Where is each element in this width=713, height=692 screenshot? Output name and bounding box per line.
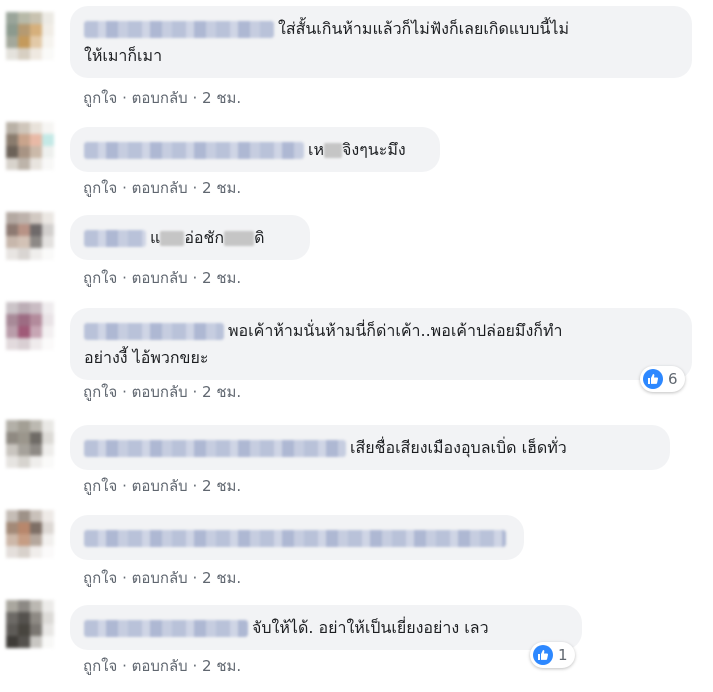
comment-actions: ถูกใจ · ตอบกลับ · 2 ชม. bbox=[83, 266, 241, 290]
timestamp[interactable]: 2 ชม. bbox=[202, 569, 241, 587]
comment-text-prefix: เห bbox=[308, 140, 325, 159]
comment-bubble: พอเค้าห้ามนั่นห้ามนี่ก็ด่าเค้า..พอเค้าปล… bbox=[70, 308, 692, 380]
comment-bubble bbox=[70, 515, 524, 560]
separator: · bbox=[122, 383, 127, 401]
comment-bubble: แ อ่อชัก ดิ bbox=[70, 215, 310, 260]
avatar[interactable] bbox=[6, 510, 54, 558]
separator: · bbox=[122, 477, 127, 495]
reply-link[interactable]: ตอบกลับ bbox=[132, 269, 188, 287]
reply-link[interactable]: ตอบกลับ bbox=[132, 657, 188, 675]
separator: · bbox=[122, 179, 127, 197]
avatar[interactable] bbox=[6, 600, 54, 648]
comment-text-line2: ให้เมาก็เมา bbox=[84, 46, 163, 65]
like-link[interactable]: ถูกใจ bbox=[83, 657, 117, 675]
comment-text: ใส่สั้นเกินห้ามแล้วก็ไม่ฟังก็เลยเกิดแบบน… bbox=[278, 19, 570, 38]
separator: · bbox=[192, 477, 198, 495]
censored-text bbox=[224, 231, 255, 246]
comment-actions: ถูกใจ · ตอบกลับ · 2 ชม. bbox=[83, 86, 241, 110]
timestamp[interactable]: 2 ชม. bbox=[202, 269, 241, 287]
timestamp[interactable]: 2 ชม. bbox=[202, 477, 241, 495]
separator: · bbox=[192, 179, 198, 197]
censored-text bbox=[160, 231, 185, 246]
comment-text: เสียชื่อเสียงเมืองอุบลเบิ่ด เฮ็ดทั่ว bbox=[350, 438, 567, 457]
comment-text-prefix: แ bbox=[150, 228, 161, 247]
comment-text-line2: อย่างงี้ ไอ้พวกขยะ bbox=[84, 348, 209, 367]
separator: · bbox=[192, 569, 198, 587]
separator: · bbox=[192, 89, 198, 107]
reply-link[interactable]: ตอบกลับ bbox=[132, 89, 188, 107]
avatar[interactable] bbox=[6, 122, 54, 170]
separator: · bbox=[122, 89, 127, 107]
reaction-number: 1 bbox=[558, 646, 568, 664]
comment-actions: ถูกใจ · ตอบกลับ · 2 ชม. bbox=[83, 380, 241, 404]
like-link[interactable]: ถูกใจ bbox=[83, 269, 117, 287]
comment-text: จิงๆนะมึง bbox=[342, 140, 406, 159]
comment-actions: ถูกใจ · ตอบกลับ · 2 ชม. bbox=[83, 654, 241, 678]
commenter-name[interactable] bbox=[84, 142, 304, 159]
comment-actions: ถูกใจ · ตอบกลับ · 2 ชม. bbox=[83, 176, 241, 200]
timestamp[interactable]: 2 ชม. bbox=[202, 383, 241, 401]
commenter-name[interactable] bbox=[84, 230, 146, 247]
avatar[interactable] bbox=[6, 420, 54, 468]
reply-link[interactable]: ตอบกลับ bbox=[132, 569, 188, 587]
thumbs-up-icon bbox=[533, 645, 553, 665]
reaction-number: 6 bbox=[668, 370, 678, 388]
reaction-count[interactable]: 1 bbox=[530, 642, 575, 668]
avatar[interactable] bbox=[6, 212, 54, 260]
separator: · bbox=[122, 569, 127, 587]
commenter-name[interactable] bbox=[84, 440, 346, 457]
reply-link[interactable]: ตอบกลับ bbox=[132, 383, 188, 401]
censored-text bbox=[324, 143, 343, 158]
comment-actions: ถูกใจ · ตอบกลับ · 2 ชม. bbox=[83, 566, 241, 590]
separator: · bbox=[122, 657, 127, 675]
comment-bubble: ใส่สั้นเกินห้ามแล้วก็ไม่ฟังก็เลยเกิดแบบน… bbox=[70, 6, 692, 78]
separator: · bbox=[192, 383, 198, 401]
separator: · bbox=[192, 657, 198, 675]
separator: · bbox=[122, 269, 127, 287]
like-link[interactable]: ถูกใจ bbox=[83, 477, 117, 495]
timestamp[interactable]: 2 ชม. bbox=[202, 89, 241, 107]
commenter-name[interactable] bbox=[84, 530, 506, 547]
like-link[interactable]: ถูกใจ bbox=[83, 569, 117, 587]
like-link[interactable]: ถูกใจ bbox=[83, 89, 117, 107]
avatar[interactable] bbox=[6, 12, 54, 60]
comment-bubble: เห จิงๆนะมึง bbox=[70, 127, 440, 172]
comment-actions: ถูกใจ · ตอบกลับ · 2 ชม. bbox=[83, 474, 241, 498]
comment-text: จับให้ได้. อย่าให้เป็นเยี่ยงอย่าง เลว bbox=[252, 618, 489, 637]
comment-text: พอเค้าห้ามนั่นห้ามนี่ก็ด่าเค้า..พอเค้าปล… bbox=[228, 321, 563, 340]
commenter-name[interactable] bbox=[84, 21, 274, 38]
reply-link[interactable]: ตอบกลับ bbox=[132, 477, 188, 495]
thumbs-up-icon bbox=[643, 369, 663, 389]
separator: · bbox=[192, 269, 198, 287]
commenter-name[interactable] bbox=[84, 323, 224, 340]
commenter-name[interactable] bbox=[84, 620, 248, 637]
avatar[interactable] bbox=[6, 302, 54, 350]
reply-link[interactable]: ตอบกลับ bbox=[132, 179, 188, 197]
like-link[interactable]: ถูกใจ bbox=[83, 383, 117, 401]
like-link[interactable]: ถูกใจ bbox=[83, 179, 117, 197]
comment-text-mid: อ่อชัก bbox=[184, 228, 225, 247]
comment-bubble: เสียชื่อเสียงเมืองอุบลเบิ่ด เฮ็ดทั่ว bbox=[70, 425, 670, 470]
timestamp[interactable]: 2 ชม. bbox=[202, 657, 241, 675]
comment-text: ดิ bbox=[254, 228, 265, 247]
timestamp[interactable]: 2 ชม. bbox=[202, 179, 241, 197]
comment-bubble: จับให้ได้. อย่าให้เป็นเยี่ยงอย่าง เลว bbox=[70, 605, 582, 650]
reaction-count[interactable]: 6 bbox=[640, 366, 685, 392]
